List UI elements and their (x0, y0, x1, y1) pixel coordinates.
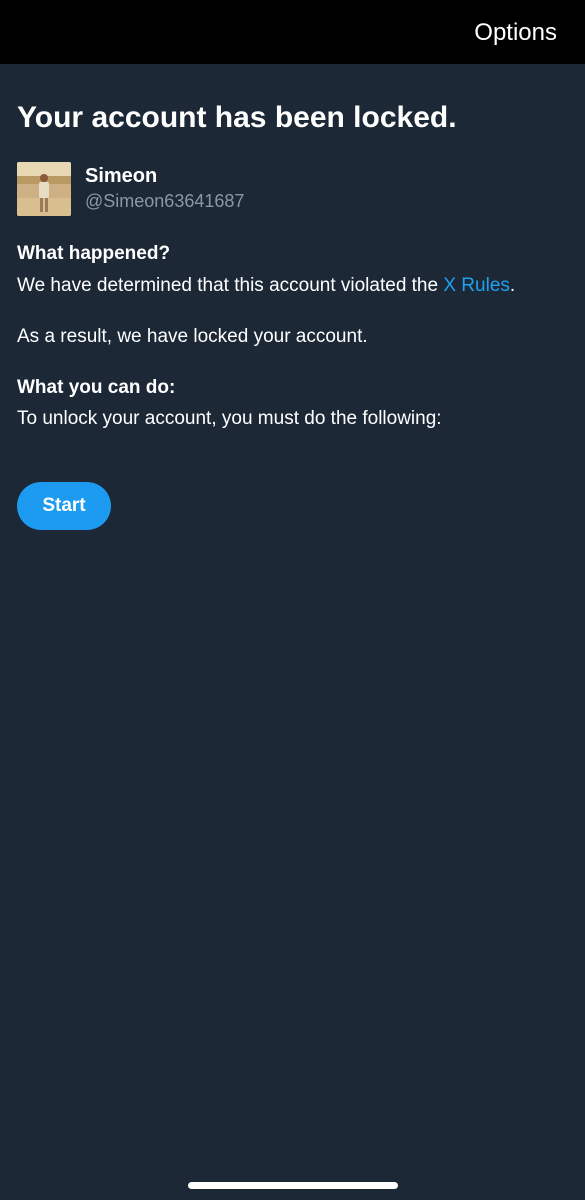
home-indicator (188, 1182, 398, 1189)
violation-text-start: We have determined that this account vio… (17, 275, 444, 296)
what-you-can-do-heading: What you can do: (17, 377, 176, 398)
x-rules-link[interactable]: X Rules (443, 275, 510, 296)
violation-text-end: . (509, 275, 516, 296)
what-happened-heading: What happened? (17, 243, 171, 264)
top-bar: Options (0, 0, 585, 64)
avatar-photo (17, 162, 71, 216)
unlock-instructions-text: To unlock your account, you must do the … (17, 408, 442, 429)
display-name: Simeon (85, 165, 158, 187)
locked-account-screen: Options Your account has been locked. Si… (0, 0, 585, 1200)
account-handle: @Simeon63641687 (85, 191, 245, 211)
start-button[interactable]: Start (17, 482, 111, 530)
avatar (17, 162, 71, 216)
result-text: As a result, we have locked your account… (17, 326, 368, 347)
page-title: Your account has been locked. (17, 101, 457, 134)
violation-text: We have determined that this account vio… (17, 274, 515, 298)
options-button[interactable]: Options (474, 18, 557, 48)
